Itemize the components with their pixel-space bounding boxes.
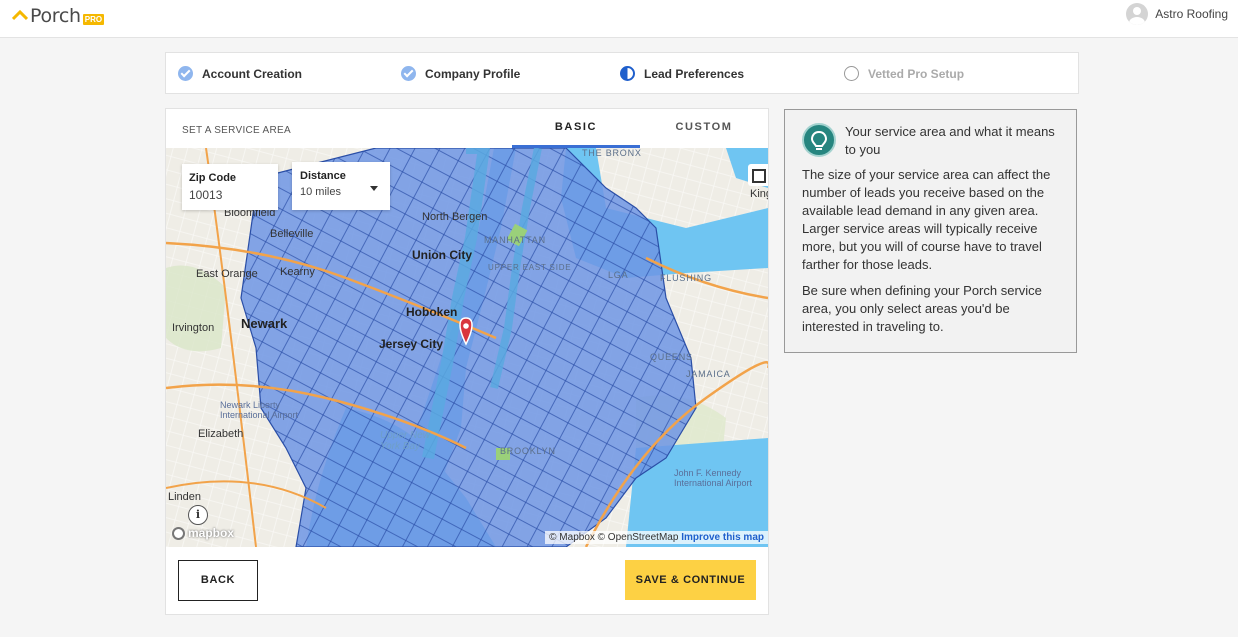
map-label-union-city: Union City xyxy=(412,248,472,262)
map-label-upper-east-side: UPPER EAST SIDE xyxy=(488,263,572,272)
avatar-icon xyxy=(1126,3,1149,25)
tab-custom[interactable]: CUSTOM xyxy=(640,121,768,148)
info-icon[interactable]: i xyxy=(188,505,208,525)
map-label-jamaica: JAMAICA xyxy=(686,369,731,379)
distance-select[interactable]: Distance 10 miles xyxy=(292,162,390,210)
info-title: Your service area and what it means to y… xyxy=(845,124,1055,157)
mapbox-wordmark: mapbox xyxy=(188,526,235,540)
card-header: SET A SERVICE AREA BASIC CUSTOM xyxy=(166,109,768,149)
step-account-creation: Account Creation xyxy=(178,66,302,81)
service-area-card: SET A SERVICE AREA BASIC CUSTOM Bloomfie… xyxy=(165,108,769,615)
map-label-north-bergen: North Bergen xyxy=(422,211,488,223)
map-label-manhattan: MANHATTAN xyxy=(484,235,546,245)
step-label: Vetted Pro Setup xyxy=(868,66,965,81)
step-company-profile: Company Profile xyxy=(401,66,520,81)
map-label-jersey-city: Jersey City xyxy=(379,337,444,351)
step-lead-preferences: Lead Preferences xyxy=(620,66,744,81)
lightbulb-icon xyxy=(802,123,836,157)
map-attribution: © Mapbox © OpenStreetMap Improve this ma… xyxy=(545,531,768,544)
step-label: Account Creation xyxy=(202,66,303,81)
check-circle-icon xyxy=(178,66,193,81)
mapbox-dot-icon xyxy=(172,526,185,540)
map-label-brooklyn: BROOKLYN xyxy=(500,446,556,456)
map-label-irvington: Irvington xyxy=(172,322,215,334)
tab-basic[interactable]: BASIC xyxy=(512,121,640,148)
chevron-down-icon xyxy=(370,186,378,191)
step-label: Lead Preferences xyxy=(644,66,745,81)
progress-stepper: Account Creation Company Profile Lead Pr… xyxy=(165,52,1079,94)
save-continue-button[interactable]: SAVE & CONTINUE xyxy=(625,560,756,600)
roof-icon xyxy=(12,9,28,21)
attribution-text[interactable]: © Mapbox © OpenStreetMap xyxy=(549,532,678,543)
info-paragraph-2: Be sure when defining your Porch service… xyxy=(802,283,1042,334)
card-footer: BACK SAVE & CONTINUE xyxy=(166,547,768,614)
map-label-newark: Newark xyxy=(241,316,288,331)
map-label-east-orange: East Orange xyxy=(196,268,258,280)
porch-pro-logo[interactable]: Porch PRO xyxy=(12,5,105,27)
empty-circle-icon xyxy=(844,66,859,81)
step-label: Company Profile xyxy=(425,66,521,81)
map-label-newark-airport: Newark Liberty International Airport xyxy=(220,400,299,420)
map-label-queens: QUEENS xyxy=(650,352,693,362)
service-area-map[interactable]: Bloomfield Belleville East Orange Kearny… xyxy=(166,148,768,547)
zip-code-value[interactable]: 10013 xyxy=(189,188,271,202)
map-label-lga: LGA xyxy=(608,270,629,280)
map-label-linden: Linden xyxy=(168,491,202,503)
mapbox-logo[interactable]: mapbox xyxy=(172,526,234,540)
half-circle-icon xyxy=(620,66,635,81)
user-name: Astro Roofing xyxy=(1155,7,1228,21)
map-label-upper-new-york-bay: Upper New York Bay xyxy=(380,430,431,452)
distance-label: Distance xyxy=(300,170,346,182)
map-label-elizabeth: Elizabeth xyxy=(198,428,244,440)
info-paragraph-1: The size of your service area can affect… xyxy=(802,167,1051,272)
improve-map-link[interactable]: Improve this map xyxy=(681,532,764,543)
user-menu[interactable]: Astro Roofing xyxy=(1126,3,1228,25)
back-button[interactable]: BACK xyxy=(178,560,258,601)
map-label-kings: King xyxy=(750,188,768,200)
info-panel: Your service area and what it means to y… xyxy=(784,109,1077,353)
map-label-hoboken: Hoboken xyxy=(406,305,458,319)
zip-code-label: Zip Code xyxy=(189,172,237,184)
check-circle-icon xyxy=(401,66,416,81)
map-label-jfk-airport: John F. Kennedy International Airport xyxy=(674,468,753,488)
map-label-the-bronx: THE BRONX xyxy=(582,148,642,158)
zip-code-field[interactable]: Zip Code 10013 xyxy=(182,164,278,210)
logo-pro-badge: PRO xyxy=(82,13,105,25)
map-label-belleville: Belleville xyxy=(270,228,314,240)
section-heading: SET A SERVICE AREA xyxy=(182,125,291,136)
step-vetted-pro-setup: Vetted Pro Setup xyxy=(844,66,964,81)
logo-text: Porch xyxy=(30,5,81,27)
map-label-flushing: FLUSHING xyxy=(660,273,712,283)
top-bar: Porch PRO Astro Roofing xyxy=(0,0,1238,38)
map-label-kearny: Kearny xyxy=(280,266,315,278)
fullscreen-icon[interactable] xyxy=(748,164,768,186)
